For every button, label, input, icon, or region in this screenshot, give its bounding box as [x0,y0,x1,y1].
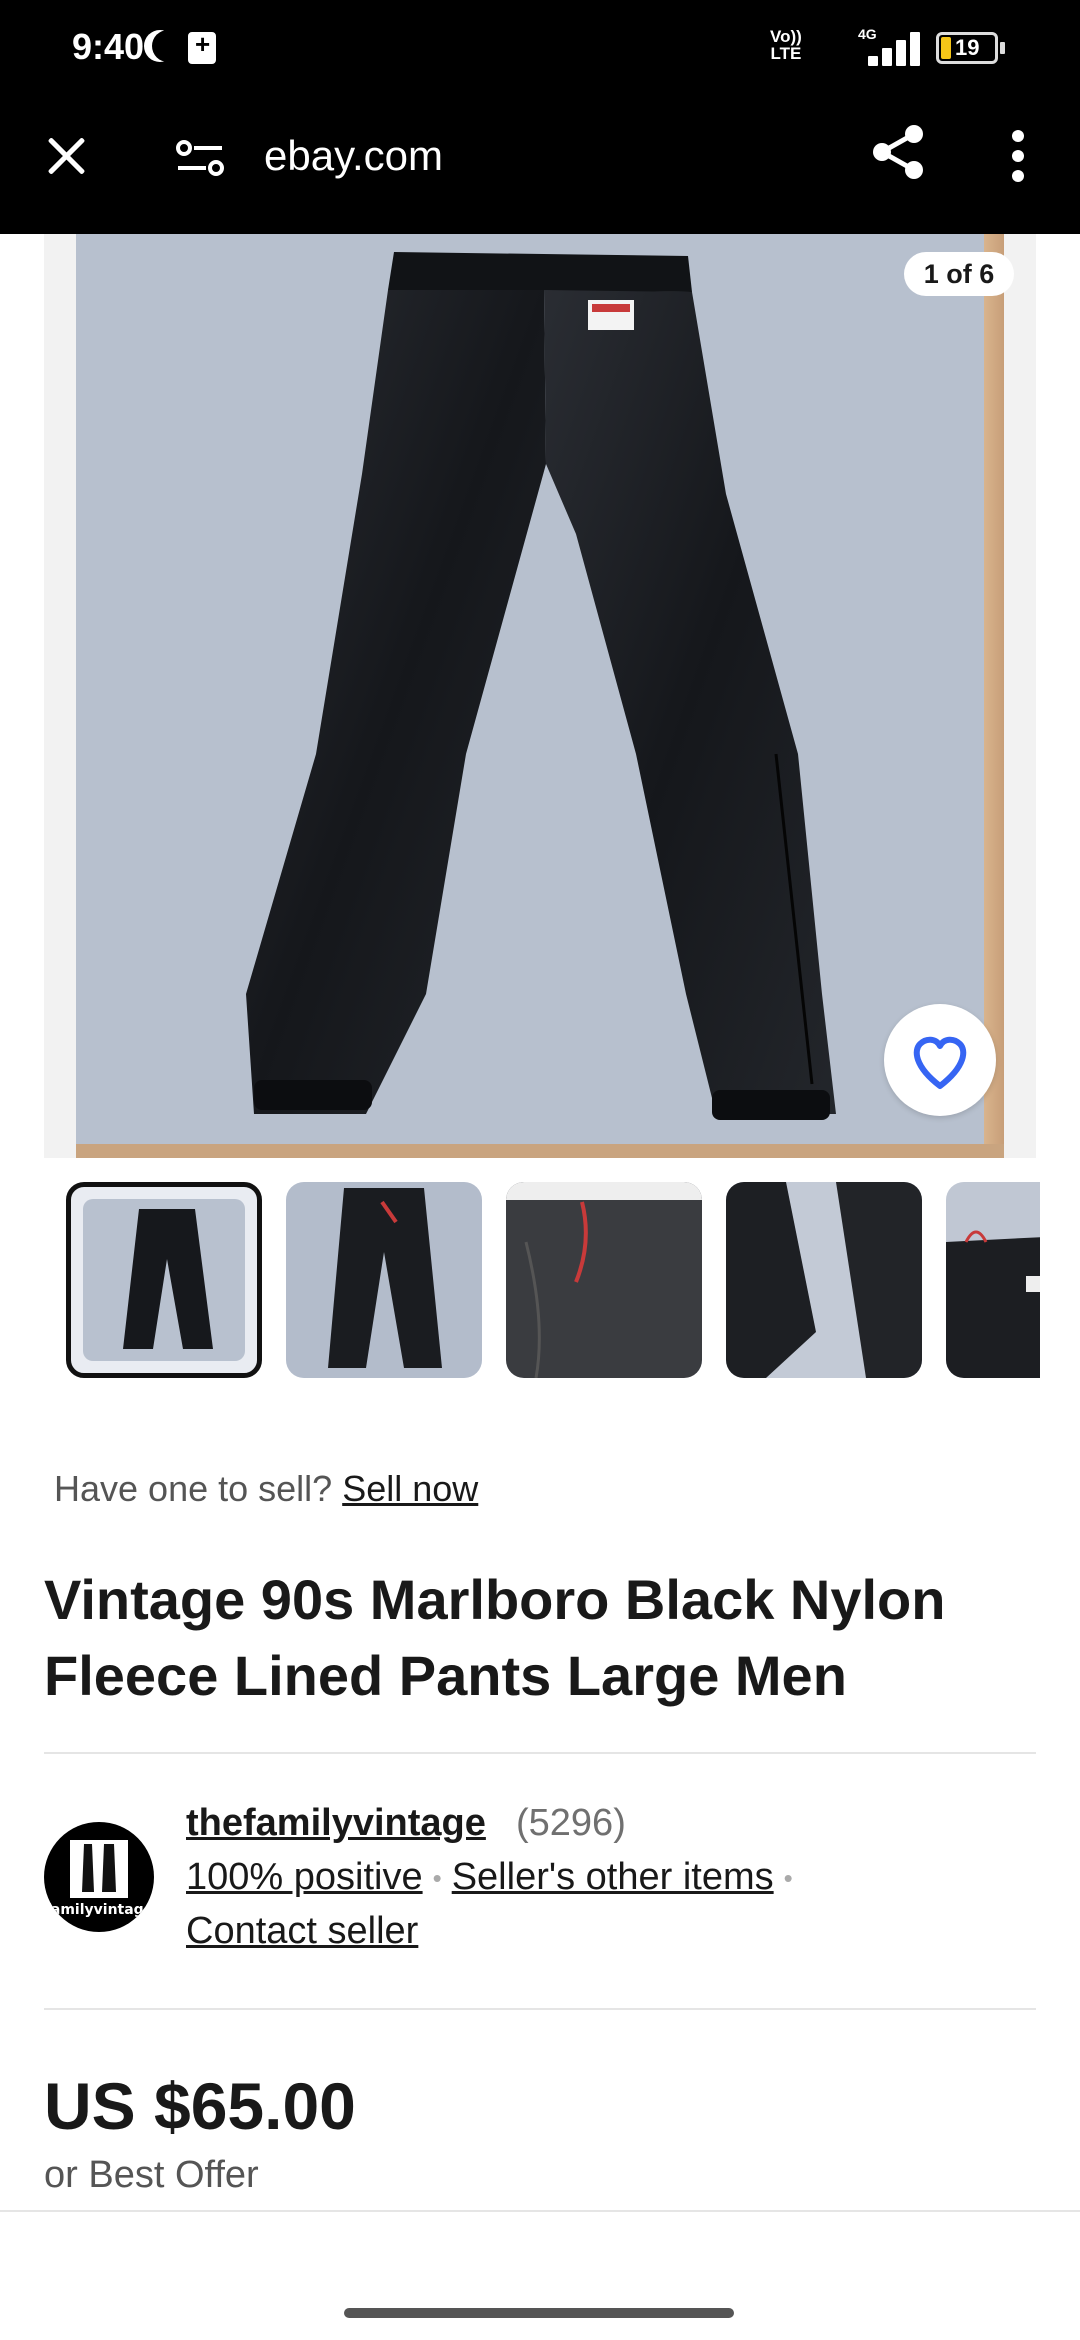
thumbnail-2[interactable] [286,1182,482,1378]
lte-label: LTE [770,44,802,63]
price: US $65.00 [44,2069,356,2143]
divider [44,1752,1036,1754]
browser-toolbar: ebay.com [0,96,1080,234]
seller-other-items-link[interactable]: Seller's other items [452,1856,774,1898]
volte-label: Vo)) [770,27,802,46]
seller-avatar[interactable]: familyvintage [44,1822,154,1932]
separator-dot: • [783,1863,793,1894]
listing-title: Vintage 90s Marlboro Black Nylon Fleece … [44,1568,946,1707]
contact-row: Contact seller [186,1910,418,1953]
volte-indicator: Vo)) LTE [770,28,802,62]
do-not-disturb-icon [152,30,184,62]
thumbnail-5[interactable] [946,1182,1040,1378]
status-time: 9:40 [72,26,145,67]
notification-icon [188,29,216,64]
thumbnail-strip[interactable] [66,1180,1040,1380]
url-bar[interactable]: ebay.com [264,132,443,180]
product-image[interactable]: 1 of 6 [44,234,1036,1158]
close-icon[interactable] [40,130,92,182]
heart-icon [913,1036,967,1089]
bottom-bar [0,2210,1080,2340]
contact-seller-link[interactable]: Contact seller [186,1910,418,1952]
signal-icon [868,30,924,66]
status-bar: 9:40 Vo)) LTE 4G 19 [0,0,1080,96]
sell-now-link[interactable]: Sell now [342,1468,478,1509]
thumbnail-4[interactable] [726,1182,922,1378]
divider [44,2008,1036,2010]
thumbnail-3[interactable] [506,1182,702,1378]
home-indicator[interactable] [344,2308,734,2318]
thumbnail-1[interactable] [66,1182,262,1378]
more-options-icon[interactable] [1000,126,1036,186]
battery-icon: 19 [936,32,998,64]
site-settings-icon[interactable] [176,138,224,178]
share-icon[interactable] [868,122,928,182]
product-photo [76,234,1004,1158]
avatar-text: familyvintage [45,1902,153,1918]
best-offer-text: or Best Offer [44,2154,259,2196]
watchlist-button[interactable] [884,1004,996,1116]
separator-dot: • [432,1863,442,1894]
sell-prompt: Have one to sell? Sell now [54,1468,478,1510]
positive-feedback-link[interactable]: 100% positive [186,1856,423,1898]
seller-links: 100% positive • Seller's other items • [186,1856,803,1899]
seller-name-link[interactable]: thefamilyvintage [186,1802,486,1845]
seller-feedback-count: (5296) [516,1802,626,1844]
battery-level: 19 [955,35,980,60]
sell-prompt-text: Have one to sell? [54,1468,333,1509]
image-counter: 1 of 6 [904,252,1014,296]
